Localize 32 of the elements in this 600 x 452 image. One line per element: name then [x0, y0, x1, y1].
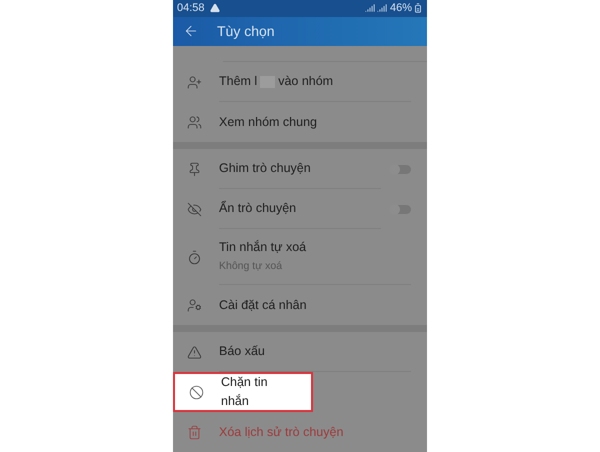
item-label: Thêm l [219, 73, 258, 90]
list-item[interactable]: Ghim trò chuyện [173, 149, 427, 189]
item-label: vào nhóm [278, 73, 334, 90]
item-label: Ghim trò chuyện [219, 160, 312, 178]
item-label: Xóa lịch sử trò chuyện [219, 424, 344, 441]
header-title: Tùy chọn [217, 22, 275, 41]
item-label: Tin nhắn tự xoá [219, 239, 308, 256]
item-label: Chặn tin nhắn [221, 374, 269, 410]
timer-icon [187, 250, 202, 264]
item-label: Cài đặt cá nhân [219, 296, 308, 314]
battery-icon [413, 3, 423, 14]
group-icon [187, 114, 202, 130]
status-time: 04:58 [177, 1, 205, 16]
item-label: Ẩn trò chuyện [219, 200, 298, 218]
battery-percent: 46% [390, 1, 412, 16]
block-icon [189, 384, 204, 400]
list-item[interactable]: Thêm l vào nhóm [173, 62, 427, 102]
list-item[interactable]: Cài đặt cá nhân [173, 285, 427, 325]
eye-slash-icon [187, 202, 202, 216]
user-settings-icon [187, 298, 202, 312]
item-label: Xem nhóm chung [219, 114, 318, 131]
signal-icon [376, 3, 387, 14]
list-item[interactable]: Ẩn trò chuyện [173, 189, 427, 229]
list-item[interactable]: Xem nhóm chung [173, 102, 427, 142]
add-user-icon [187, 74, 202, 90]
item-label: Báo xấu [219, 343, 266, 360]
warning-icon [187, 344, 202, 360]
signal-icon [364, 3, 375, 14]
trash-icon [187, 424, 202, 440]
pin-icon [187, 162, 202, 176]
highlighted-list-item[interactable]: Chặn tin nhắn [173, 372, 313, 412]
warning-icon [210, 3, 220, 14]
